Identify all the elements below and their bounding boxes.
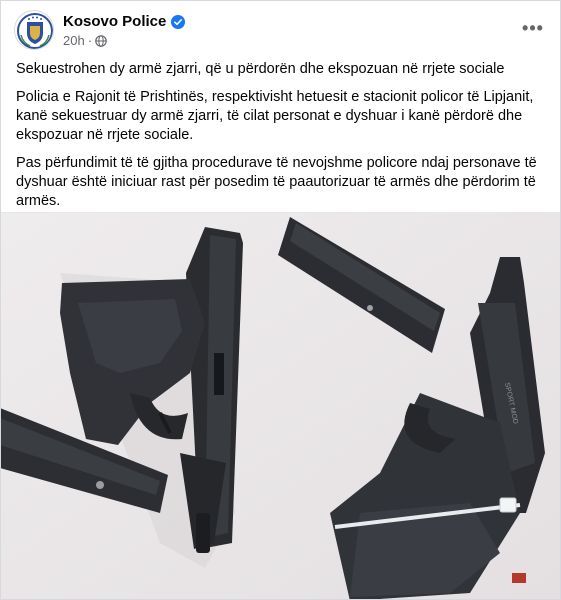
verified-badge-icon bbox=[171, 14, 186, 29]
page-name[interactable]: Kosovo Police bbox=[63, 13, 166, 30]
more-options-button[interactable]: ••• bbox=[519, 16, 547, 40]
more-options-icon: ••• bbox=[522, 18, 544, 38]
post-photo[interactable]: SPORT MOD bbox=[0, 212, 561, 600]
globe-icon[interactable] bbox=[95, 34, 107, 47]
post-meta: 20h · bbox=[63, 33, 107, 48]
facebook-post-card: Kosovo Police 20h · ••• Sekuestrohen dy … bbox=[0, 0, 561, 600]
kosovo-police-emblem-icon bbox=[16, 12, 53, 49]
post-body: Sekuestrohen dy armë zjarri, që u përdor… bbox=[16, 60, 546, 220]
page-name-row: Kosovo Police bbox=[63, 13, 186, 30]
post-header: Kosovo Police 20h · ••• bbox=[14, 10, 547, 54]
page-avatar[interactable] bbox=[14, 10, 54, 50]
meta-separator: · bbox=[87, 33, 93, 48]
seized-firearms-photo: SPORT MOD bbox=[0, 213, 561, 600]
post-paragraph-1: Sekuestrohen dy armë zjarri, që u përdor… bbox=[16, 61, 505, 77]
post-paragraph-3: Pas përfundimit të të gjitha procedurave… bbox=[16, 155, 537, 209]
post-paragraph-2: Policia e Rajonit të Prishtinës, respekt… bbox=[16, 89, 534, 143]
post-timestamp[interactable]: 20h bbox=[63, 33, 85, 48]
